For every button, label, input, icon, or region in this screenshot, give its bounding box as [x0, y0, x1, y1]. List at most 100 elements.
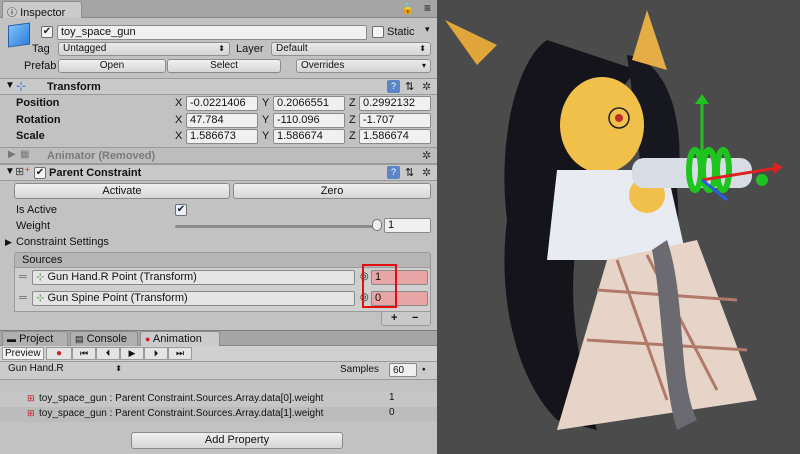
object-name-field[interactable]: toy_space_gun	[57, 25, 367, 40]
foldout-arrow-icon[interactable]: ▶	[8, 149, 16, 160]
weight-slider-track[interactable]	[175, 225, 377, 228]
preview-toggle[interactable]: Preview	[2, 347, 44, 360]
weight-slider-thumb[interactable]	[372, 219, 382, 231]
axis-x-label[interactable]: X	[175, 97, 182, 109]
step-forward-icon: ⏵	[153, 348, 159, 358]
scale-y-field[interactable]: 1.586674	[273, 129, 345, 144]
source-transform-field[interactable]: ⊹ Gun Spine Point (Transform)	[32, 291, 355, 306]
add-property-button[interactable]: Add Property	[131, 432, 343, 449]
inspector-tab-bar: ⓘ Inspector 🔒 ≡	[0, 0, 437, 19]
position-z-field[interactable]: 0.2992132	[359, 96, 431, 111]
rotation-y-field[interactable]: -110.096	[273, 113, 345, 128]
overrides-label: Overrides	[301, 60, 345, 71]
position-x-field[interactable]: -0.0221406	[186, 96, 258, 111]
transform-header[interactable]: ▼ ⊹ Transform ? ⇅ ✲	[0, 78, 437, 95]
active-checkbox[interactable]: ✔	[41, 26, 53, 38]
inspector-panel: ⓘ Inspector 🔒 ≡ ✔ toy_space_gun ✔ Static…	[0, 0, 437, 454]
last-key-button[interactable]: ⏭	[168, 347, 192, 360]
is-active-label: Is Active	[16, 204, 57, 216]
constraint-enabled-checkbox[interactable]: ✔	[34, 167, 46, 179]
rotation-x-field[interactable]: 47.784	[186, 113, 258, 128]
source-transform-field[interactable]: ⊹ Gun Hand.R Point (Transform)	[32, 270, 355, 285]
tab-animation[interactable]: ● Animation	[140, 331, 220, 346]
gear-icon[interactable]: ✲	[422, 166, 431, 179]
constraint-icon: ⊞	[27, 393, 35, 403]
foldout-arrow-icon[interactable]: ▶	[5, 237, 12, 248]
remove-source-button[interactable]: −	[412, 312, 418, 324]
zero-label: Zero	[320, 185, 344, 197]
transform-icon: ⊹	[16, 79, 27, 93]
tab-inspector[interactable]: ⓘ Inspector	[2, 1, 82, 19]
position-y-field[interactable]: 0.2066551	[273, 96, 345, 111]
add-keyframe-icon[interactable]: ⬩	[422, 364, 426, 375]
axis-y-label[interactable]: Y	[262, 130, 269, 142]
next-key-button[interactable]: ⏵	[144, 347, 168, 360]
list-item[interactable]: ⊞ toy_space_gun : Parent Constraint.Sour…	[0, 407, 437, 422]
clip-dropdown[interactable]: Gun Hand.R ⬍	[4, 363, 126, 377]
prev-key-button[interactable]: ⏴	[96, 347, 120, 360]
prefab-open-button[interactable]: Open	[58, 59, 166, 73]
help-icon[interactable]: ?	[387, 166, 400, 179]
foldout-arrow-icon[interactable]: ▼	[5, 80, 15, 91]
axis-x-label[interactable]: X	[175, 130, 182, 142]
transform-title: Transform	[47, 81, 101, 93]
static-dropdown-icon[interactable]: ▾	[425, 24, 430, 35]
zero-button[interactable]: Zero	[233, 183, 431, 199]
chevron-down-icon: ▾	[421, 61, 426, 70]
scale-x-field[interactable]: 1.586673	[186, 129, 258, 144]
list-item[interactable]: ⊞ toy_space_gun : Parent Constraint.Sour…	[0, 392, 437, 407]
preset-icon[interactable]: ⇅	[405, 80, 414, 93]
preset-icon[interactable]: ⇅	[405, 166, 414, 179]
foldout-arrow-icon[interactable]: ▼	[5, 166, 15, 177]
transform-icon: ⊹	[36, 272, 45, 283]
play-button[interactable]: ▶	[120, 347, 144, 360]
gear-icon[interactable]: ✲	[422, 149, 431, 162]
layer-dropdown[interactable]: Default ⬍	[271, 42, 431, 56]
axis-z-label[interactable]: Z	[349, 130, 356, 142]
record-button[interactable]: ●	[46, 347, 72, 360]
info-icon: ⓘ	[7, 8, 17, 19]
drag-handle-icon[interactable]: ═	[19, 271, 27, 283]
gear-icon[interactable]: ✲	[422, 80, 431, 93]
menu-icon[interactable]: ≡	[424, 1, 431, 15]
static-checkbox[interactable]: ✔	[372, 26, 384, 38]
scene-render	[437, 0, 800, 454]
activate-button[interactable]: Activate	[14, 183, 230, 199]
lock-icon[interactable]: 🔒	[401, 2, 415, 15]
axis-z-label[interactable]: Z	[349, 114, 356, 126]
axis-y-label[interactable]: Y	[262, 114, 269, 126]
scale-z-field[interactable]: 1.586674	[359, 129, 431, 144]
tag-dropdown[interactable]: Untagged ⬍	[58, 42, 230, 56]
open-label: Open	[99, 60, 125, 71]
axis-x-label[interactable]: X	[175, 114, 182, 126]
first-key-button[interactable]: ⏮	[72, 347, 96, 360]
prefab-label: Prefab	[24, 60, 57, 72]
axis-z-label[interactable]: Z	[349, 97, 356, 109]
add-source-button[interactable]: +	[391, 312, 397, 324]
list-footer: + −	[381, 312, 431, 326]
samples-field[interactable]: 60	[389, 363, 417, 377]
prefab-select-button[interactable]: Select	[167, 59, 281, 73]
weight-highlight-box	[362, 264, 397, 308]
bottom-tab-bar: ▬ Project ▤ Console ● Animation	[0, 330, 437, 346]
help-icon[interactable]: ?	[387, 80, 400, 93]
overrides-dropdown[interactable]: Overrides ▾	[296, 59, 431, 73]
record-icon: ●	[145, 334, 151, 344]
scene-view[interactable]	[437, 0, 800, 454]
constraint-settings-label[interactable]: Constraint Settings	[16, 236, 109, 248]
tab-console[interactable]: ▤ Console	[70, 331, 138, 346]
property-value[interactable]: 1	[389, 392, 395, 403]
static-label: Static	[387, 26, 415, 38]
tab-project[interactable]: ▬ Project	[2, 331, 68, 346]
drag-handle-icon[interactable]: ═	[19, 292, 27, 304]
animator-header[interactable]: ▶ ▦ Animator (Removed) ✲	[0, 147, 437, 164]
skip-back-icon: ⏮	[79, 348, 89, 358]
weight-field[interactable]: 1	[384, 218, 431, 233]
property-value[interactable]: 0	[389, 407, 395, 418]
rotation-z-field[interactable]: -1.707	[359, 113, 431, 128]
position-z-value: 0.2992132	[363, 97, 415, 109]
axis-y-label[interactable]: Y	[262, 97, 269, 109]
is-active-checkbox[interactable]: ✔	[175, 204, 187, 216]
layer-label: Layer	[236, 43, 264, 55]
parent-constraint-header[interactable]: ▼ ⊞ + ✔ Parent Constraint ? ⇅ ✲	[0, 164, 437, 181]
